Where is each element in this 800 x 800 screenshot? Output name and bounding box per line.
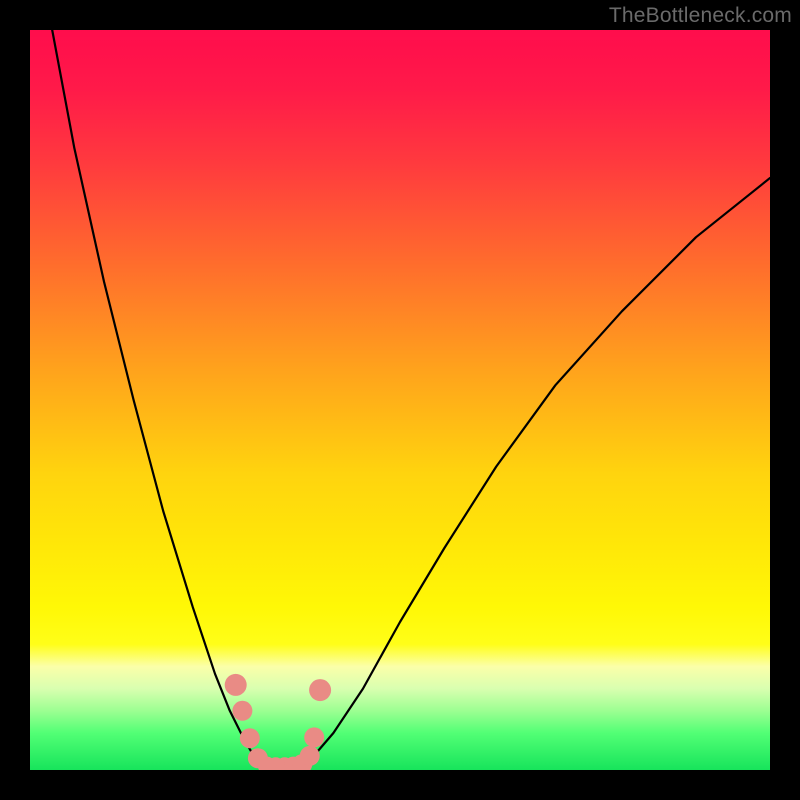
data-point — [225, 674, 247, 696]
plot-area — [30, 30, 770, 770]
curve-lines — [52, 30, 770, 770]
data-point — [304, 727, 324, 747]
data-point — [300, 746, 320, 766]
chart-frame: TheBottleneck.com — [0, 0, 800, 800]
data-point — [309, 679, 331, 701]
watermark-text: TheBottleneck.com — [609, 4, 792, 28]
curve-left-branch — [52, 30, 267, 770]
chart-svg — [30, 30, 770, 770]
data-point — [232, 701, 252, 721]
curve-right-branch — [296, 178, 770, 770]
data-point — [240, 728, 260, 748]
marker-group — [225, 674, 331, 770]
